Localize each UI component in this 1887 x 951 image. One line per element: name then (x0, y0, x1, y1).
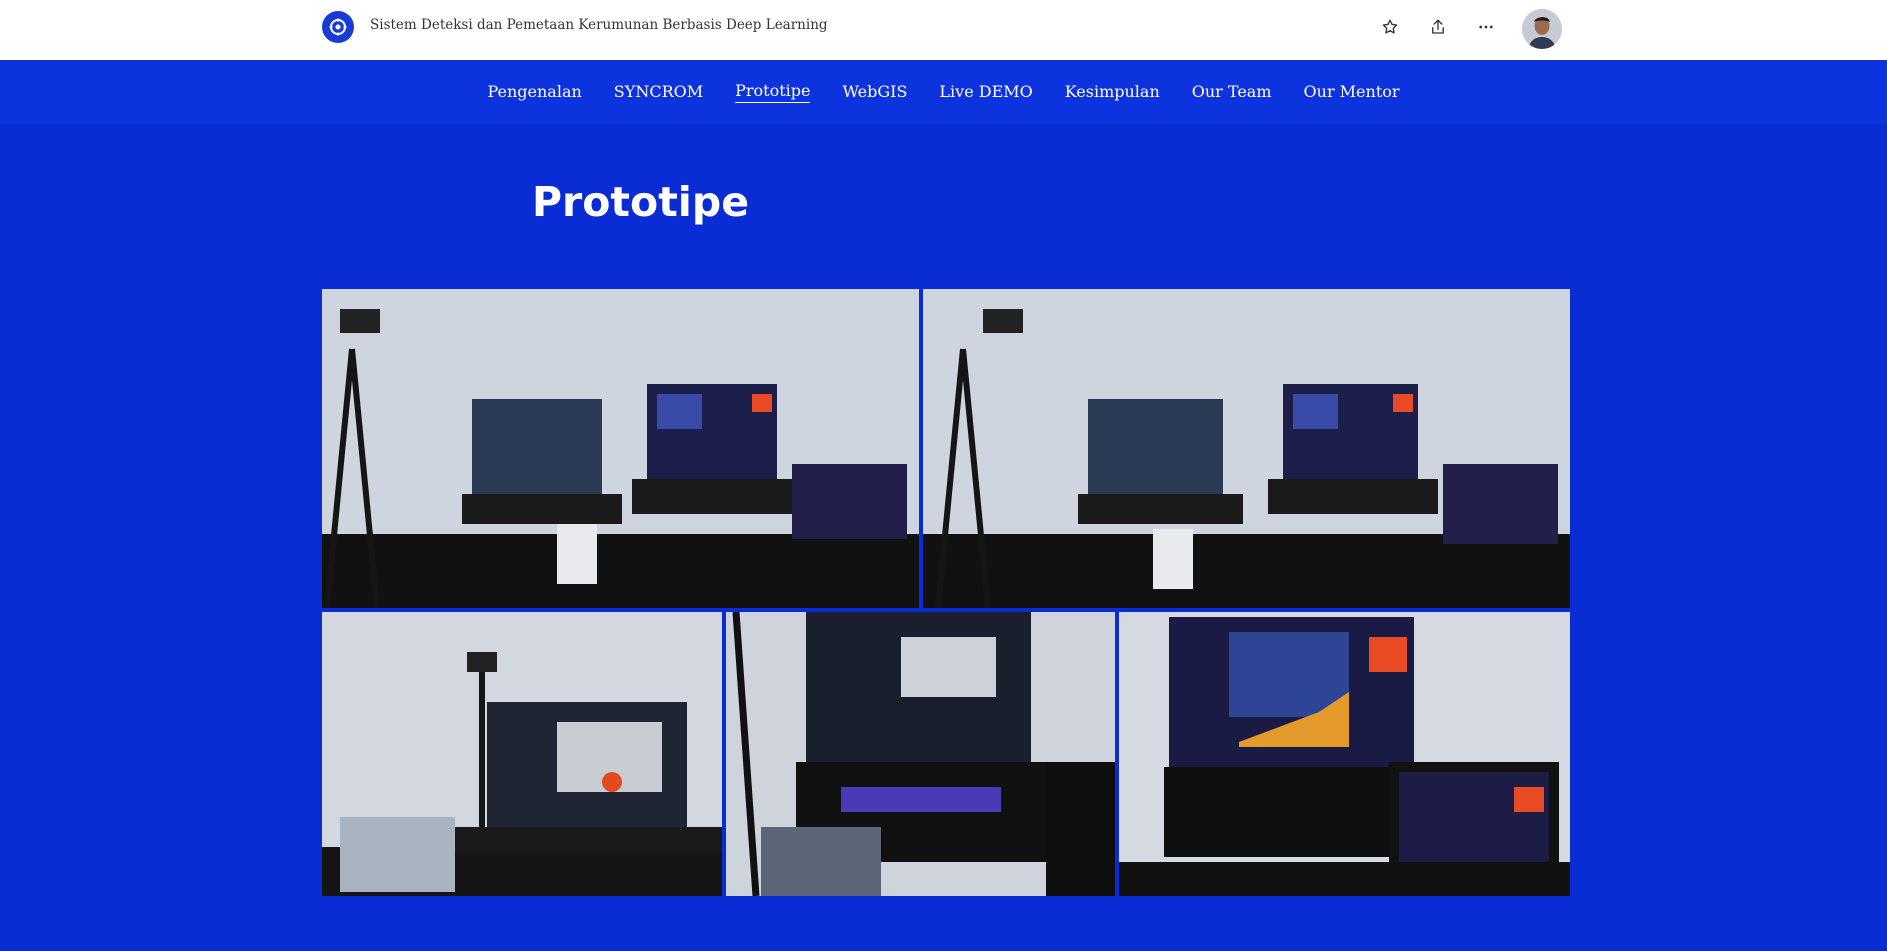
share-icon[interactable] (1425, 14, 1451, 40)
user-avatar[interactable] (1522, 9, 1562, 49)
gallery-photo-2[interactable] (923, 289, 1570, 608)
star-icon[interactable] (1377, 14, 1403, 40)
main-nav: Pengenalan SYNCROM Prototipe WebGIS Live… (0, 60, 1887, 124)
nav-item-webgis[interactable]: WebGIS (842, 82, 907, 103)
gallery-photo-5[interactable] (1119, 612, 1570, 896)
top-bar: Sistem Deteksi dan Pemetaan Kerumunan Be… (0, 0, 1887, 60)
nav-item-kesimpulan[interactable]: Kesimpulan (1065, 82, 1160, 103)
nav-item-live-demo[interactable]: Live DEMO (939, 82, 1032, 103)
nav-item-prototipe[interactable]: Prototipe (735, 81, 811, 103)
gallery-photo-3[interactable] (322, 612, 722, 896)
site-logo-icon[interactable] (322, 11, 354, 43)
gallery-photo-1[interactable] (322, 289, 919, 608)
more-icon[interactable] (1473, 14, 1499, 40)
nav-item-pengenalan[interactable]: Pengenalan (487, 82, 581, 103)
gallery-photo-4[interactable] (726, 612, 1115, 896)
nav-item-our-mentor[interactable]: Our Mentor (1304, 82, 1400, 103)
nav-item-syncrom[interactable]: SYNCROM (614, 82, 703, 103)
site-title[interactable]: Sistem Deteksi dan Pemetaan Kerumunan Be… (370, 17, 828, 33)
nav-item-our-team[interactable]: Our Team (1192, 82, 1272, 103)
page-title: Prototipe (532, 178, 750, 226)
